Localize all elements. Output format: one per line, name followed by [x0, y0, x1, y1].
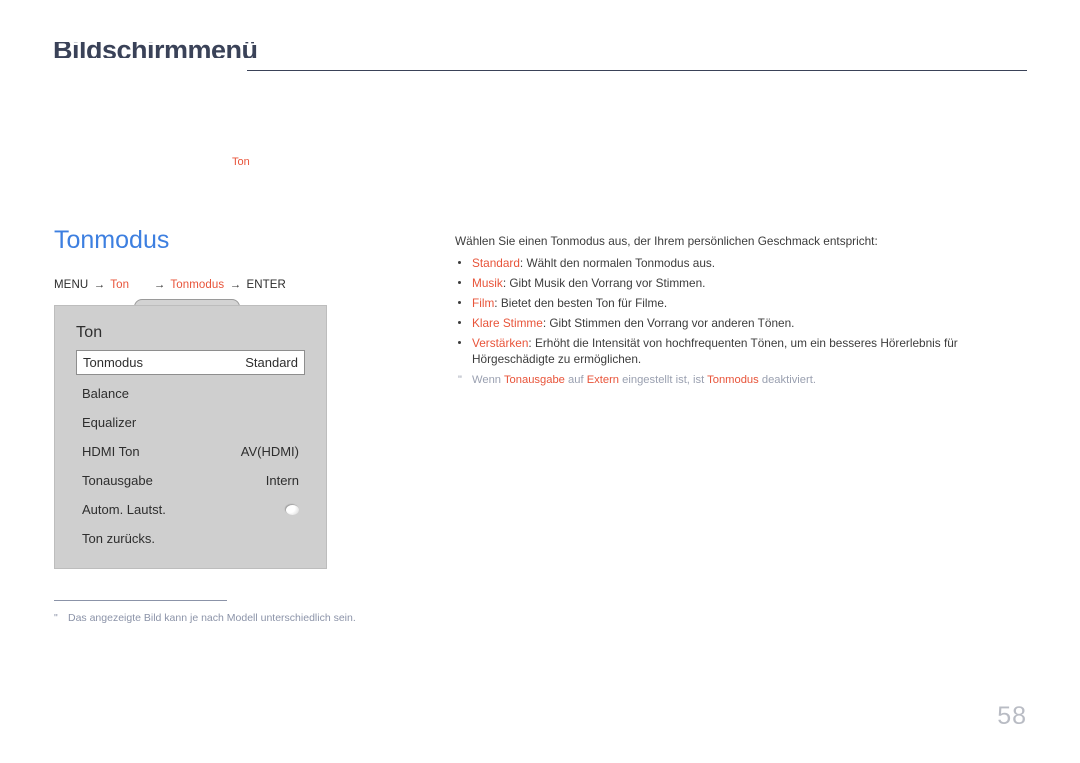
left-footnote: " Das angezeigte Bild kann je nach Modell…: [54, 600, 474, 624]
menu-path-arrow-1: →: [93, 279, 106, 291]
left-column: Tonmodus MENU → Ton → Tonmodus → ENTER T…: [54, 225, 414, 569]
note-accent-tonmodus: Tonmodus: [707, 374, 759, 386]
note-part-1: Wenn: [472, 374, 504, 386]
menu-path-menu: MENU: [54, 279, 89, 291]
osd-row-value: Intern: [265, 473, 299, 488]
osd-row-label: Autom. Lautst.: [82, 502, 166, 517]
note-marker-icon: ": [458, 374, 462, 386]
osd-row-equalizer[interactable]: Equalizer: [76, 408, 305, 437]
osd-row-label: Balance: [82, 386, 129, 401]
osd-panel: Ton Tonmodus Standard Balance Equalizer HDMI…: [54, 305, 327, 569]
osd-row-value: AV(HDMI): [240, 444, 299, 459]
bullet-description: : Wählt den normalen Tonmodus aus.: [519, 256, 716, 270]
osd-row-autom-lautst[interactable]: Autom. Lautst.: [76, 495, 305, 524]
osd-row-list: Tonmodus Standard Balance Equalizer HDMI Ton…: [76, 350, 305, 553]
breadcrumb-ton: Ton: [232, 156, 250, 168]
osd-row-label: Equalizer: [82, 415, 137, 430]
bullet-item: Klare Stimme: Gibt Stimmen den Vorrang v…: [455, 315, 1027, 331]
footnote-text-row: " Das angezeigte Bild kann je nach Modell…: [54, 612, 474, 624]
bullet-description: : Erhöht die Intensität von hochfrequent…: [472, 336, 958, 366]
menu-path-arrow-2: →: [153, 279, 166, 291]
menu-path-arrow-3: →: [229, 279, 242, 291]
note-accent-extern: Extern: [586, 374, 620, 386]
bullet-term: Klare Stimme: [472, 316, 543, 330]
page-header: Bildschirmmenü: [0, 0, 1080, 86]
note-row: " Wenn Tonausgabe auf Extern eingestellt …: [455, 372, 1027, 388]
footnote-text: Das angezeigte Bild kann je nach Modell …: [68, 612, 356, 624]
bullet-dot-icon: [458, 341, 461, 344]
osd-row-tonmodus[interactable]: Tonmodus Standard: [76, 350, 305, 375]
note-part-2: auf: [564, 374, 587, 386]
osd-row-label: Ton zurücks.: [82, 531, 155, 546]
menu-path-enter: ENTER: [246, 279, 286, 291]
bullet-description: : Gibt Musik den Vorrang vor Stimmen.: [502, 276, 706, 290]
header-divider: [247, 70, 1027, 71]
menu-path: MENU → Ton → Tonmodus → ENTER: [54, 279, 414, 291]
bullet-dot-icon: [458, 301, 461, 304]
osd-row-toggle-icon[interactable]: [286, 504, 299, 515]
page-title: Tonmodus: [54, 226, 170, 254]
bullet-item: Verstärken: Erhöht die Intensität von ho…: [455, 335, 1027, 367]
note-part-3: eingestellt ist, ist: [619, 374, 708, 386]
osd-row-tonausgabe[interactable]: Tonausgabe Intern: [76, 466, 305, 495]
bullet-term: Standard: [472, 256, 520, 270]
footnote-divider: [54, 600, 227, 601]
bullet-description: : Gibt Stimmen den Vorrang vor anderen T…: [542, 316, 795, 330]
bullet-description: : Bietet den besten Ton für Filme.: [494, 296, 668, 310]
bullet-term: Verstärken: [472, 336, 529, 350]
osd-row-label: HDMI Ton: [82, 444, 140, 459]
chapter-heading: Bildschirmmenü: [53, 42, 258, 58]
osd-menu-mock: Ton Tonmodus Standard Balance Equalizer HDMI…: [54, 299, 327, 569]
bullet-dot-icon: [458, 281, 461, 284]
footnote-marker-icon: ": [54, 612, 58, 624]
menu-path-item-tonmodus: Tonmodus: [170, 279, 225, 291]
bullet-list: Standard: Wählt den normalen Tonmodus au…: [455, 255, 1027, 367]
osd-row-ton-zur-cks[interactable]: Ton zurücks.: [76, 524, 305, 553]
osd-panel-title: Ton: [76, 324, 103, 341]
note-accent-tonausgabe: Tonausgabe: [503, 374, 565, 386]
page-number: 58: [997, 702, 1027, 730]
osd-row-value: Standard: [245, 355, 298, 370]
bullet-item: Standard: Wählt den normalen Tonmodus au…: [455, 255, 1027, 271]
menu-path-item-ton: Ton: [110, 279, 130, 291]
bullet-dot-icon: [458, 261, 461, 264]
bullet-dot-icon: [458, 321, 461, 324]
osd-row-hdmi-ton[interactable]: HDMI Ton AV(HDMI): [76, 437, 305, 466]
note-part-4: deaktiviert.: [758, 374, 816, 386]
bullet-term: Musik: [472, 276, 503, 290]
osd-row-label: Tonausgabe: [82, 473, 153, 488]
bullet-item: Musik: Gibt Musik den Vorrang vor Stimme…: [455, 275, 1027, 291]
osd-row-label: Tonmodus: [83, 355, 143, 370]
intro-paragraph: Wählen Sie einen Tonmodus aus, der Ihrem…: [455, 234, 878, 248]
bullet-term: Film: [472, 296, 495, 310]
bullet-item: Film: Bietet den besten Ton für Filme.: [455, 295, 1027, 311]
right-column: Wählen Sie einen Tonmodus aus, der Ihrem…: [455, 233, 1027, 388]
osd-row-balance[interactable]: Balance: [76, 379, 305, 408]
